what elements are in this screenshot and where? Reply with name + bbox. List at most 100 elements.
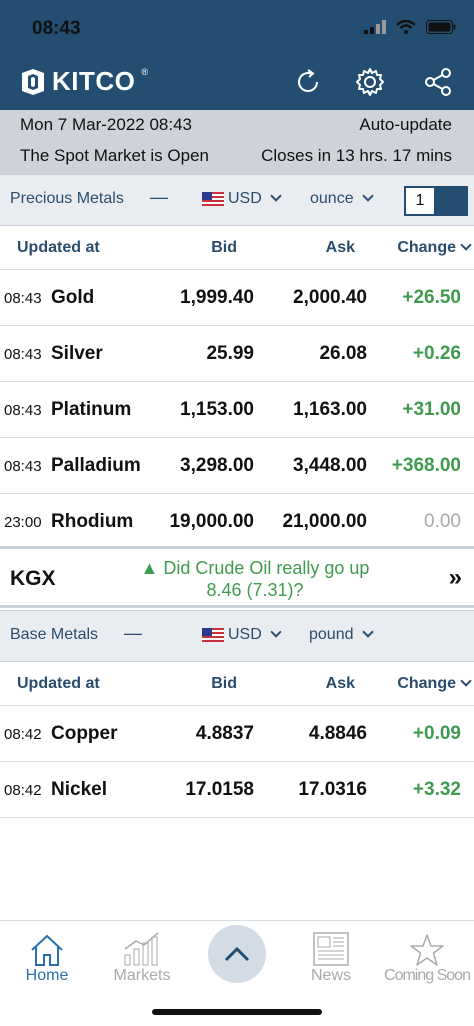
tab-coming-soon[interactable]: Coming Soon xyxy=(380,925,474,985)
row-time: 08:43 xyxy=(4,290,42,307)
row-change: +31.00 xyxy=(402,399,461,420)
auto-update-toggle[interactable]: Auto-update xyxy=(359,115,452,135)
chevron-down-icon xyxy=(270,190,282,202)
col-bid: Bid xyxy=(211,675,237,692)
tab-news[interactable]: News xyxy=(286,925,376,985)
kgx-question: ▲ Did Crude Oil really go up 8.46 (7.31)… xyxy=(110,557,400,601)
date-time: Mon 7 Mar-2022 08:43 xyxy=(20,115,192,134)
row-bid: 3,298.00 xyxy=(180,455,254,476)
precious-metals-bar: Precious Metals — USD ounce 1 xyxy=(0,174,474,226)
collapse-toggle[interactable]: — xyxy=(124,623,142,644)
row-change: +0.26 xyxy=(412,343,461,364)
row-change: +26.50 xyxy=(402,287,461,308)
kgx-question-line1: ▲ Did Crude Oil really go up xyxy=(140,558,370,578)
row-bid: 19,000.00 xyxy=(169,511,254,532)
change-sort-button[interactable]: Change xyxy=(397,239,472,257)
kgx-label: KGX xyxy=(10,567,56,590)
status-icons xyxy=(364,20,456,34)
share-button[interactable] xyxy=(420,64,456,100)
market-info: Mon 7 Mar-2022 08:43 Auto-update The Spo… xyxy=(0,110,474,174)
kgx-banner[interactable]: KGX ▲ Did Crude Oil really go up 8.46 (7… xyxy=(0,546,474,608)
currency-label: USD xyxy=(228,190,262,207)
row-ask: 21,000.00 xyxy=(282,511,367,532)
unit-select[interactable]: pound xyxy=(309,626,374,644)
row-change: +0.09 xyxy=(412,723,461,744)
tab-markets-label: Markets xyxy=(113,967,171,984)
row-bid: 25.99 xyxy=(206,343,254,364)
metal-row-gold[interactable]: 08:43 Gold 1,999.40 2,000.40 +26.50 xyxy=(0,270,474,326)
metal-row-copper[interactable]: 08:42 Copper 4.8837 4.8846 +0.09 xyxy=(0,706,474,762)
settings-button[interactable] xyxy=(352,64,388,100)
market-status: The Spot Market is Open xyxy=(20,146,209,165)
row-name: Silver xyxy=(51,343,103,364)
scroll-up-button[interactable] xyxy=(208,925,266,983)
tab-markets[interactable]: Markets xyxy=(97,925,187,985)
home-indicator xyxy=(152,1009,322,1015)
row-time: 23:00 xyxy=(4,514,42,531)
metal-row-nickel[interactable]: 08:42 Nickel 17.0158 17.0316 +3.32 xyxy=(0,762,474,818)
double-chevron-right-icon[interactable]: » xyxy=(449,564,462,592)
row-ask: 26.08 xyxy=(319,343,367,364)
row-time: 08:43 xyxy=(4,346,42,363)
row-time: 08:43 xyxy=(4,402,42,419)
chevron-up-icon xyxy=(224,946,250,962)
row-ask: 2,000.40 xyxy=(293,287,367,308)
col-bid: Bid xyxy=(211,239,237,256)
row-ask: 17.0316 xyxy=(298,779,367,800)
col-change: Change xyxy=(397,675,456,692)
row-name: Nickel xyxy=(51,779,107,800)
wifi-icon xyxy=(396,20,416,34)
newspaper-icon xyxy=(313,932,349,966)
metal-row-palladium[interactable]: 08:43 Palladium 3,298.00 3,448.00 +368.0… xyxy=(0,438,474,494)
base-metals-title[interactable]: Base Metals xyxy=(10,626,98,644)
metal-row-silver[interactable]: 08:43 Silver 25.99 26.08 +0.26 xyxy=(0,326,474,382)
precious-column-header: Updated at Bid Ask Change xyxy=(0,226,474,270)
quantity-value: 1 xyxy=(406,188,434,214)
row-change: +368.00 xyxy=(391,455,461,476)
refresh-button[interactable] xyxy=(290,64,326,100)
base-column-header: Updated at Bid Ask Change xyxy=(0,662,474,706)
row-name: Copper xyxy=(51,723,118,744)
row-name: Rhodium xyxy=(51,511,134,532)
currency-select[interactable]: USD xyxy=(202,626,282,644)
row-ask: 4.8846 xyxy=(308,723,367,744)
col-ask: Ask xyxy=(325,239,355,256)
row-change: 0.00 xyxy=(424,511,461,532)
row-time: 08:42 xyxy=(4,782,42,799)
kitco-logo: KITCO ® xyxy=(20,66,148,97)
col-updated: Updated at xyxy=(17,239,100,256)
unit-select[interactable]: ounce xyxy=(310,190,374,208)
logo-registered: ® xyxy=(141,66,149,77)
star-icon xyxy=(410,934,444,966)
chevron-down-icon xyxy=(362,626,374,638)
tab-news-label: News xyxy=(310,967,351,984)
row-name: Platinum xyxy=(51,399,132,420)
tab-home-label: Home xyxy=(25,967,69,984)
metal-row-rhodium[interactable]: 23:00 Rhodium 19,000.00 21,000.00 0.00 xyxy=(0,494,474,550)
app-header: 08:43 KITCO ® xyxy=(0,0,474,110)
row-change: +3.32 xyxy=(412,779,461,800)
row-bid: 1,999.40 xyxy=(180,287,254,308)
quantity-input[interactable]: 1 xyxy=(404,186,468,216)
us-flag-icon xyxy=(202,192,224,206)
change-sort-button[interactable]: Change xyxy=(397,675,472,693)
col-ask: Ask xyxy=(325,675,355,692)
unit-label: ounce xyxy=(310,190,354,207)
tab-home[interactable]: Home xyxy=(2,925,92,985)
chevron-down-icon xyxy=(270,626,282,638)
precious-metals-title[interactable]: Precious Metals xyxy=(10,190,124,208)
kitco-logo-icon xyxy=(22,68,44,95)
collapse-toggle[interactable]: — xyxy=(150,187,168,208)
currency-label: USD xyxy=(228,626,262,643)
share-icon xyxy=(425,68,451,96)
col-change: Change xyxy=(397,239,456,256)
battery-icon xyxy=(426,20,456,34)
currency-select[interactable]: USD xyxy=(202,190,282,208)
chevron-down-icon xyxy=(362,190,374,202)
logo-text: KITCO xyxy=(52,66,136,96)
signal-icon xyxy=(364,20,386,34)
base-metals-bar: Base Metals — USD pound xyxy=(0,610,474,662)
row-time: 08:43 xyxy=(4,458,42,475)
row-ask: 1,163.00 xyxy=(293,399,367,420)
metal-row-platinum[interactable]: 08:43 Platinum 1,153.00 1,163.00 +31.00 xyxy=(0,382,474,438)
